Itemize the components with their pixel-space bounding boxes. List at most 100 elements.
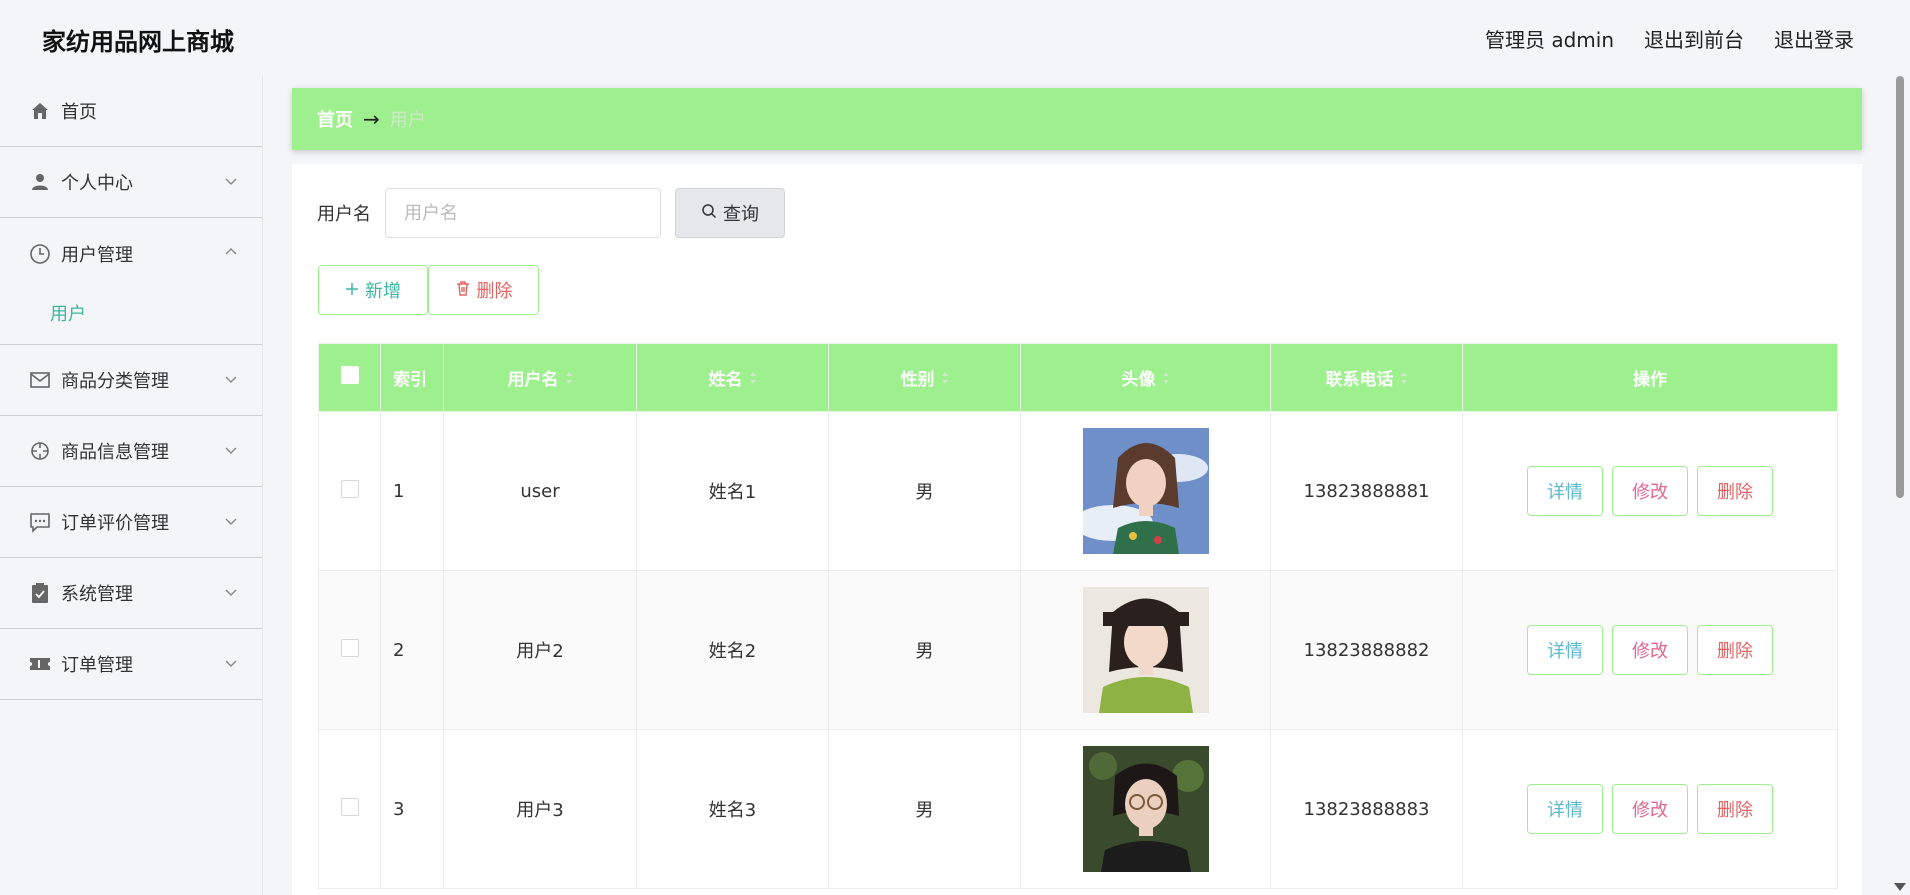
sidebar-item-category-management[interactable]: 商品分类管理: [0, 345, 262, 416]
cell-username: user: [443, 411, 637, 571]
cell-name: 姓名2: [636, 570, 829, 730]
col-name[interactable]: 姓名: [636, 343, 829, 412]
home-icon: [29, 100, 51, 122]
row-checkbox[interactable]: [340, 638, 359, 657]
crosshair-icon: [29, 440, 51, 462]
scrollbar-thumb[interactable]: [1896, 76, 1904, 498]
username-search-input[interactable]: [385, 188, 661, 238]
detail-button[interactable]: 详情: [1527, 625, 1603, 675]
person-icon: [29, 171, 51, 193]
cell-operations: 详情 修改 删除: [1462, 570, 1838, 730]
col-username[interactable]: 用户名: [443, 343, 637, 412]
cell-gender: 男: [828, 570, 1021, 730]
cell-index: 3: [380, 729, 444, 889]
delete-button-label: 删除: [476, 281, 513, 302]
search-label: 用户名: [317, 204, 371, 225]
cell-gender: 男: [828, 411, 1021, 571]
add-button-label: 新增: [365, 281, 401, 302]
col-username-label: 用户名: [507, 370, 559, 390]
site-title: 家纺用品网上商城: [42, 28, 234, 56]
exit-to-front-link[interactable]: 退出到前台: [1644, 24, 1744, 53]
chevron-down-icon: [224, 372, 238, 386]
row-select-cell: [318, 411, 381, 571]
cell-index: 2: [380, 570, 444, 730]
delete-button[interactable]: 删除: [1697, 625, 1773, 675]
arrow-right-icon: →: [363, 107, 380, 131]
delete-button[interactable]: 删除: [1697, 466, 1773, 516]
sort-icon: [941, 370, 949, 390]
detail-button[interactable]: 详情: [1527, 466, 1603, 516]
col-phone-label: 联系电话: [1325, 370, 1394, 390]
content-panel: 用户名 查询 新增 删除: [292, 164, 1862, 895]
chevron-down-icon: [224, 656, 238, 670]
col-avatar[interactable]: 头像: [1020, 343, 1271, 412]
chevron-down-icon: [224, 443, 238, 457]
table-row: 1 user 姓名1 男 13823888881 详情 修改 删除: [318, 411, 1838, 571]
edit-button[interactable]: 修改: [1612, 466, 1688, 516]
logout-link[interactable]: 退出登录: [1774, 24, 1854, 53]
sidebar-item-user-management[interactable]: 用户管理: [0, 218, 262, 289]
sort-icon: [1400, 370, 1408, 390]
sidebar-item-order-review-management[interactable]: 订单评价管理: [0, 487, 262, 558]
page-scrollbar[interactable]: [1890, 76, 1910, 895]
col-phone[interactable]: 联系电话: [1270, 343, 1463, 412]
row-checkbox[interactable]: [340, 797, 359, 816]
mail-icon: [29, 369, 51, 391]
breadcrumb-current: 用户: [389, 110, 426, 131]
search-form: 用户名 查询: [317, 188, 785, 238]
trash-icon: [455, 280, 471, 301]
chevron-down-icon: [224, 585, 238, 599]
avatar-image: [1082, 746, 1209, 872]
sidebar-item-label: 商品分类管理: [61, 371, 169, 392]
cell-avatar: [1020, 729, 1271, 889]
breadcrumb-home[interactable]: 首页: [317, 106, 353, 132]
sidebar-item-label: 系统管理: [61, 584, 133, 605]
plus-icon: [345, 280, 359, 301]
cell-index: 1: [380, 411, 444, 571]
batch-delete-button[interactable]: 删除: [428, 265, 539, 315]
search-button-label: 查询: [723, 204, 759, 225]
cell-phone: 13823888882: [1270, 570, 1463, 730]
sidebar-item-order-management[interactable]: 订单管理: [0, 629, 262, 700]
table-row: 3 用户3 姓名3 男 13823888883 详情 修改 删除: [318, 729, 1838, 889]
sidebar-item-label: 商品信息管理: [61, 442, 169, 463]
select-all-checkbox[interactable]: [340, 366, 359, 384]
sort-icon: [565, 370, 573, 390]
row-select-cell: [318, 570, 381, 730]
table-row: 2 用户2 姓名2 男 13823888882 详情 修改 删除: [318, 570, 1838, 730]
sidebar-item-label: 用户管理: [61, 244, 133, 266]
add-button[interactable]: 新增: [318, 265, 428, 315]
delete-button[interactable]: 删除: [1697, 784, 1773, 834]
top-bar: 家纺用品网上商城 管理员 admin 退出到前台 退出登录: [0, 0, 1910, 76]
sidebar-item-label: 个人中心: [61, 173, 133, 194]
admin-label[interactable]: 管理员 admin: [1485, 24, 1614, 53]
row-checkbox[interactable]: [340, 479, 359, 498]
detail-button[interactable]: 详情: [1527, 784, 1603, 834]
col-avatar-label: 头像: [1121, 370, 1156, 390]
sort-icon: [1162, 370, 1170, 390]
sidebar-item-product-info-management[interactable]: 商品信息管理: [0, 416, 262, 487]
sidebar-subitem-user[interactable]: 用户: [0, 281, 262, 344]
sidebar-item-system-management[interactable]: 系统管理: [0, 558, 262, 629]
cell-username: 用户3: [443, 729, 637, 889]
sidebar-item-label: 订单评价管理: [61, 513, 169, 534]
scroll-down-arrow-icon[interactable]: [1894, 883, 1906, 891]
sidebar-item-label: 订单管理: [61, 655, 133, 676]
sidebar-item-personal-center[interactable]: 个人中心: [0, 147, 262, 218]
cell-phone: 13823888883: [1270, 729, 1463, 889]
breadcrumb: 首页 → 用户: [292, 88, 1862, 150]
select-all-cell: [318, 343, 381, 412]
user-table: 索引 用户名 姓名 性别 头像 联系电话 操作 1 user 姓名1 男 138…: [318, 343, 1838, 889]
sidebar-item-home[interactable]: 首页: [0, 76, 262, 147]
edit-button[interactable]: 修改: [1612, 784, 1688, 834]
col-operations: 操作: [1462, 343, 1838, 412]
col-gender[interactable]: 性别: [828, 343, 1021, 412]
chevron-down-icon: [224, 174, 238, 188]
edit-button[interactable]: 修改: [1612, 625, 1688, 675]
cell-username: 用户2: [443, 570, 637, 730]
avatar-image: [1082, 587, 1209, 713]
cell-name: 姓名1: [636, 411, 829, 571]
sidebar-item-label: 首页: [61, 102, 97, 123]
search-button[interactable]: 查询: [675, 188, 785, 238]
cell-avatar: [1020, 570, 1271, 730]
